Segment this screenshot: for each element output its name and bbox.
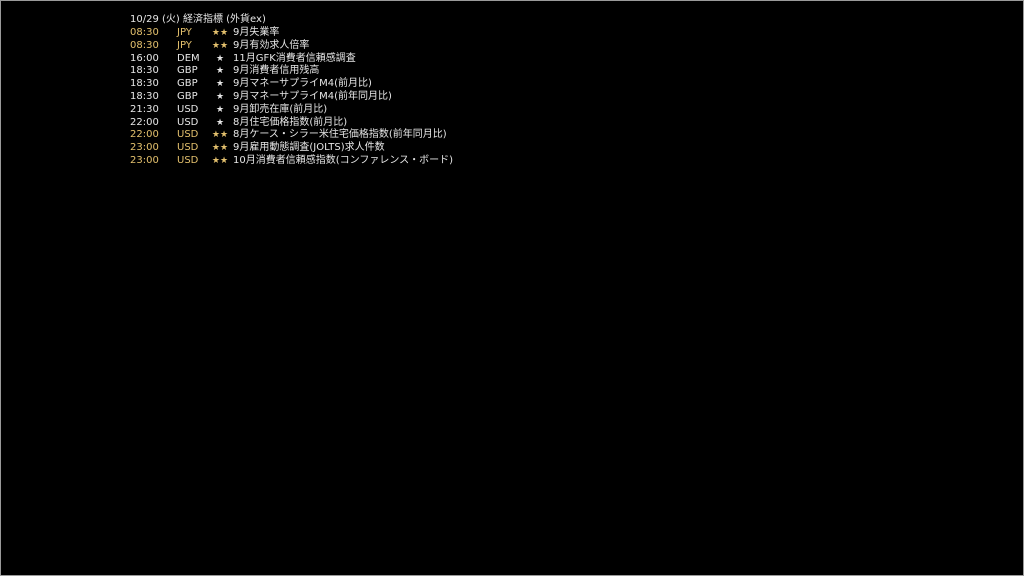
event-time: 23:00	[130, 142, 159, 154]
event-row: 18:30 GBP ★ 9月マネーサプライM4(前月比)	[130, 78, 453, 91]
event-time: 23:00	[130, 154, 159, 166]
event-row: 18:30 GBP ★ 9月マネーサプライM4(前年同月比)	[130, 91, 453, 104]
event-currency: GBP	[177, 90, 198, 102]
event-currency: USD	[177, 154, 199, 166]
event-name: 9月マネーサプライM4(前年同月比)	[233, 90, 392, 102]
importance-stars-icon: ★	[215, 104, 225, 115]
event-row: 22:00 USD ★★ 8月ケース・シラー米住宅価格指数(前年同月比)	[130, 129, 453, 142]
event-currency: USD	[177, 142, 199, 154]
event-currency: JPY	[177, 27, 192, 38]
event-name: 9月有効求人倍率	[233, 39, 310, 51]
event-name: 9月卸売在庫(前月比)	[233, 103, 328, 115]
event-currency: GBP	[177, 65, 198, 77]
event-time: 21:30	[130, 103, 159, 115]
event-row: 16:00 DEM ★ 11月GFK消費者信頼感調査	[130, 53, 453, 66]
event-currency: GBP	[177, 78, 198, 90]
importance-stars-icon: ★★	[211, 155, 229, 166]
event-name: 11月GFK消費者信頼感調査	[233, 52, 356, 64]
event-name: 9月失業率	[233, 27, 280, 38]
event-name: 9月消費者信用残高	[233, 65, 320, 77]
importance-stars-icon: ★	[215, 66, 225, 77]
event-name: 8月住宅価格指数(前月比)	[233, 116, 348, 128]
event-time: 22:00	[130, 116, 159, 128]
importance-stars-icon: ★★	[211, 143, 229, 154]
event-row: 21:30 USD ★ 9月卸売在庫(前月比)	[130, 104, 453, 117]
event-time: 18:30	[130, 78, 159, 90]
event-name: 8月ケース・シラー米住宅価格指数(前年同月比)	[233, 129, 447, 141]
event-time: 08:30	[130, 27, 159, 38]
event-row: 23:00 USD ★★ 9月雇用動態調査(JOLTS)求人件数	[130, 142, 453, 155]
event-row: 22:00 USD ★ 8月住宅価格指数(前月比)	[130, 117, 453, 130]
panel-header: 10/29 (火) 経済指標 (外貨ex)	[130, 14, 266, 25]
event-row: 18:30 GBP ★ 9月消費者信用残高	[130, 65, 453, 78]
importance-stars-icon: ★	[215, 117, 225, 128]
event-time: 22:00	[130, 129, 159, 141]
event-currency: JPY	[177, 39, 192, 51]
event-name: 10月消費者信頼感指数(コンファレンス・ボード)	[233, 154, 454, 166]
event-row: 23:00 USD ★★ 10月消費者信頼感指数(コンファレンス・ボード)	[130, 155, 453, 168]
importance-stars-icon: ★★	[211, 40, 229, 51]
event-time: 18:30	[130, 65, 159, 77]
event-currency: USD	[177, 116, 199, 128]
economic-indicator-panel: 10/29 (火) 経済指標 (外貨ex) 08:30 JPY ★★ 9月失業率…	[130, 14, 453, 168]
event-name: 9月マネーサプライM4(前月比)	[233, 78, 372, 90]
importance-stars-icon: ★	[215, 53, 225, 64]
importance-stars-icon: ★	[215, 91, 225, 102]
event-row: 08:30 JPY ★★ 9月失業率	[130, 27, 453, 40]
event-name: 9月雇用動態調査(JOLTS)求人件数	[233, 142, 385, 154]
event-currency: USD	[177, 103, 199, 115]
importance-stars-icon: ★★	[211, 130, 229, 141]
event-time: 18:30	[130, 90, 159, 102]
screen-frame: 10/29 (火) 経済指標 (外貨ex) 08:30 JPY ★★ 9月失業率…	[0, 0, 1024, 576]
event-time: 08:30	[130, 39, 159, 51]
importance-stars-icon: ★	[215, 79, 225, 90]
event-time: 16:00	[130, 52, 159, 64]
importance-stars-icon: ★★	[211, 28, 229, 38]
event-currency: DEM	[177, 52, 200, 64]
event-currency: USD	[177, 129, 199, 141]
event-row: 08:30 JPY ★★ 9月有効求人倍率	[130, 40, 453, 53]
